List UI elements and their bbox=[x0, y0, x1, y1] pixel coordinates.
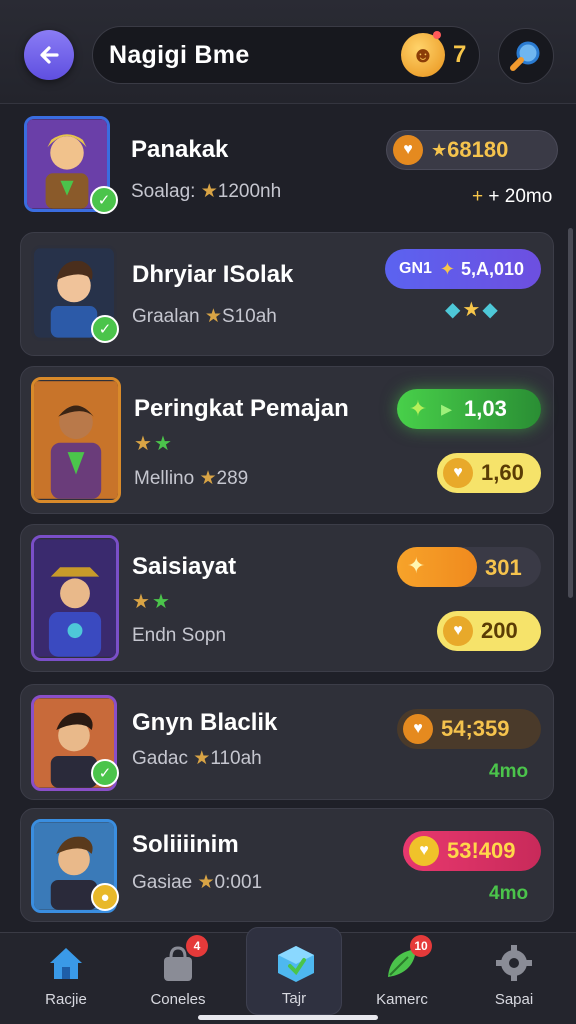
player-stat: Endn Sopn bbox=[132, 625, 227, 646]
nav-label: Coneles bbox=[150, 991, 206, 1008]
search-button[interactable] bbox=[498, 28, 554, 84]
bonus-text: 4mo bbox=[489, 883, 529, 904]
score-badge: ♥ 53!409 bbox=[403, 831, 541, 871]
rating-stars: ★★ bbox=[134, 433, 174, 455]
verified-icon: ✓ bbox=[91, 759, 119, 787]
gem-stars: ◆★◆ bbox=[445, 299, 500, 321]
player-stat: Graalan ★S10ah bbox=[132, 306, 277, 327]
notification-dot bbox=[433, 31, 441, 39]
score-badge: ♥ ★ 68180 bbox=[386, 130, 558, 170]
gear-icon bbox=[496, 945, 532, 981]
nav-label: Racjie bbox=[45, 991, 87, 1008]
nav-top[interactable]: Tajr bbox=[246, 927, 342, 1015]
nav-label: Sapai bbox=[494, 991, 534, 1008]
coin-badge-icon: ● bbox=[91, 883, 119, 911]
list-item[interactable]: ● Soliiiinim Gasiae ★0:001 ♥ 53!409 4mo bbox=[20, 808, 554, 922]
nav-leaf[interactable]: 10 Kamerc bbox=[354, 935, 450, 1015]
back-button[interactable] bbox=[24, 30, 74, 80]
star-icon: ★ bbox=[199, 468, 217, 489]
bonus-text: 4mo bbox=[489, 761, 529, 782]
home-indicator[interactable] bbox=[198, 1015, 378, 1020]
score-badge: ♥ 54;359 bbox=[397, 709, 541, 749]
leaderboard-list[interactable]: ✓ Panakak Soalag: ★1200nh ♥ ★ 68180 + + 2… bbox=[0, 104, 576, 930]
player-name: Gnyn Blaclik bbox=[132, 709, 278, 736]
player-name: Peringkat Pemajan bbox=[134, 395, 349, 422]
player-name: Panakak bbox=[131, 136, 229, 163]
nav-label: Kamerc bbox=[376, 991, 428, 1008]
player-name: Saisiayat bbox=[132, 553, 237, 580]
nav-home[interactable]: Racjie bbox=[18, 943, 114, 1015]
player-stat: Gadac ★110ah bbox=[132, 748, 262, 769]
nav-label: Tajr bbox=[281, 990, 307, 1007]
player-name: Dhryiar ISolak bbox=[132, 261, 294, 288]
player-name: Soliiiinim bbox=[132, 831, 239, 858]
coin-emoji-icon: ☻ bbox=[401, 33, 445, 77]
player-stat: Soalag: ★1200nh bbox=[131, 181, 282, 202]
star-icon: ★ bbox=[193, 748, 211, 769]
star-icon: ★ bbox=[197, 872, 215, 893]
list-item[interactable]: ✓ Panakak Soalag: ★1200nh ♥ ★ 68180 + + 2… bbox=[20, 112, 558, 228]
star-icon: ★ bbox=[204, 306, 222, 327]
cube-icon bbox=[278, 946, 314, 982]
coin-icon: ♥ bbox=[443, 458, 473, 488]
score-badge: ✦ 301 bbox=[397, 547, 541, 587]
coin-icon: ♥ bbox=[393, 135, 423, 165]
player-stat: Gasiae ★0:001 bbox=[132, 872, 263, 893]
score-badge: GN1 ✦ 5,A,010 bbox=[385, 249, 541, 289]
home-icon bbox=[50, 948, 82, 979]
coin-count: 7 bbox=[453, 41, 467, 68]
player-stat: Mellino ★289 bbox=[134, 468, 249, 489]
coin-badge: ♥ 200 bbox=[437, 611, 541, 651]
bottom-nav: Racjie 4 Coneles Tajr 10 Kamerc Sapai bbox=[0, 927, 576, 1024]
top-bar: Nagigi Bme ☻ 7 bbox=[0, 0, 576, 104]
player-avatar bbox=[31, 377, 121, 503]
rating-stars: ★★ bbox=[132, 591, 172, 613]
score-badge: ✦ ▸ 1,03 bbox=[397, 389, 541, 429]
coin-icon: ♥ bbox=[403, 714, 433, 744]
list-item[interactable]: Saisiayat ★★ Endn Sopn ✦ 301 ♥ 200 bbox=[20, 524, 554, 672]
notification-badge: 10 bbox=[410, 935, 432, 957]
arrow-left-icon bbox=[40, 46, 59, 64]
nav-bag[interactable]: 4 Coneles bbox=[130, 935, 226, 1015]
coin-badge: ♥ 1,60 bbox=[437, 453, 541, 493]
notification-badge: 4 bbox=[186, 935, 208, 957]
bonus-text: + + 20mo bbox=[472, 186, 553, 207]
nav-settings[interactable]: Sapai bbox=[466, 943, 562, 1015]
list-item[interactable]: Peringkat Pemajan ★★ Mellino ★289 ✦ ▸ 1,… bbox=[20, 366, 554, 514]
list-item[interactable]: ✓ Gnyn Blaclik Gadac ★110ah ♥ 54;359 4mo bbox=[20, 684, 554, 800]
scrollbar[interactable] bbox=[568, 228, 573, 598]
title-bar: Nagigi Bme ☻ 7 bbox=[92, 26, 480, 84]
star-icon: ★ bbox=[200, 181, 218, 202]
verified-icon: ✓ bbox=[90, 186, 118, 214]
coin-icon: ♥ bbox=[409, 836, 439, 866]
coin-icon: ♥ bbox=[443, 616, 473, 646]
page-title: Nagigi Bme bbox=[109, 41, 250, 69]
list-item[interactable]: ✓ Dhryiar ISolak Graalan ★S10ah GN1 ✦ 5,… bbox=[20, 232, 554, 356]
player-avatar bbox=[31, 535, 119, 661]
search-icon bbox=[510, 41, 540, 71]
verified-icon: ✓ bbox=[91, 315, 119, 343]
